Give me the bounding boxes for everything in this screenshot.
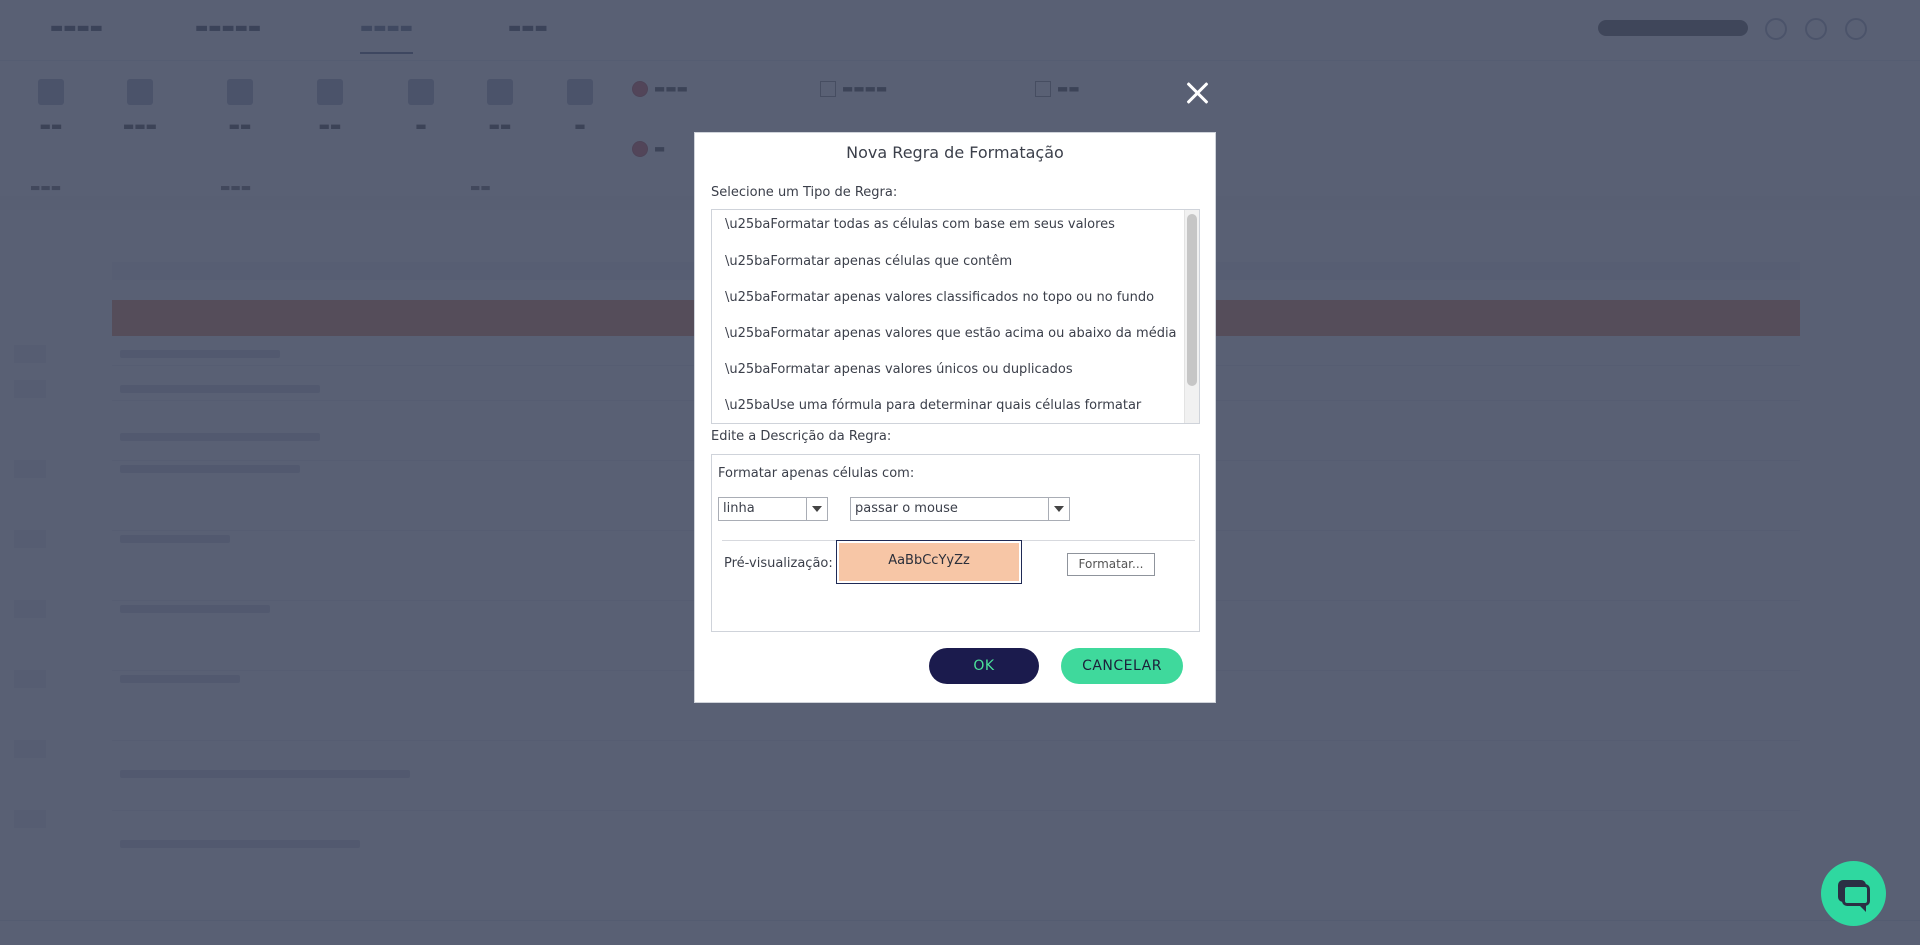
preview-box: AaBbCcYyZz	[836, 540, 1022, 584]
rule-type-list[interactable]: \u25baFormatar todas as células com base…	[711, 209, 1200, 424]
format-only-cells-label: Formatar apenas células com:	[718, 466, 915, 481]
ok-button[interactable]: OK	[929, 648, 1039, 684]
preview-label: Pré-visualização:	[724, 556, 833, 571]
chevron-down-icon[interactable]	[1048, 498, 1069, 520]
scope-select-value: linha	[723, 501, 755, 516]
trigger-select[interactable]: passar o mouse	[850, 497, 1070, 521]
cancel-button[interactable]: CANCELAR	[1061, 648, 1183, 684]
close-icon[interactable]	[1181, 77, 1215, 111]
format-button[interactable]: Formatar...	[1067, 553, 1155, 576]
new-formatting-rule-dialog: Nova Regra de Formatação Selecione um Ti…	[694, 132, 1216, 703]
chat-icon-tail	[1859, 905, 1866, 912]
rule-description-panel: Formatar apenas células com: linha passa…	[711, 454, 1200, 632]
rule-type-item[interactable]: \u25baFormatar todas as células com base…	[712, 210, 1199, 246]
rule-type-item[interactable]: \u25baFormatar apenas valores únicos ou …	[712, 354, 1199, 390]
chat-icon-front	[1842, 884, 1870, 906]
preview-sample-text: AaBbCcYyZz	[839, 543, 1019, 581]
scope-select[interactable]: linha	[718, 497, 828, 521]
rule-type-item[interactable]: \u25baFormatar apenas células que contêm	[712, 246, 1199, 282]
scrollbar-thumb[interactable]	[1187, 214, 1197, 386]
trigger-select-value: passar o mouse	[855, 501, 958, 516]
rule-type-item[interactable]: \u25baFormatar apenas valores que estão …	[712, 318, 1199, 354]
chat-button[interactable]	[1821, 861, 1886, 926]
rule-type-label: Selecione um Tipo de Regra:	[711, 185, 898, 200]
rule-type-item[interactable]: \u25baFormatar apenas valores classifica…	[712, 282, 1199, 318]
edit-description-label: Edite a Descrição da Regra:	[711, 429, 892, 444]
rule-type-item[interactable]: \u25baUse uma fórmula para determinar qu…	[712, 390, 1199, 423]
rule-list-scrollbar[interactable]	[1184, 210, 1199, 423]
chevron-down-icon[interactable]	[806, 498, 827, 520]
dialog-title: Nova Regra de Formatação	[846, 143, 1064, 162]
